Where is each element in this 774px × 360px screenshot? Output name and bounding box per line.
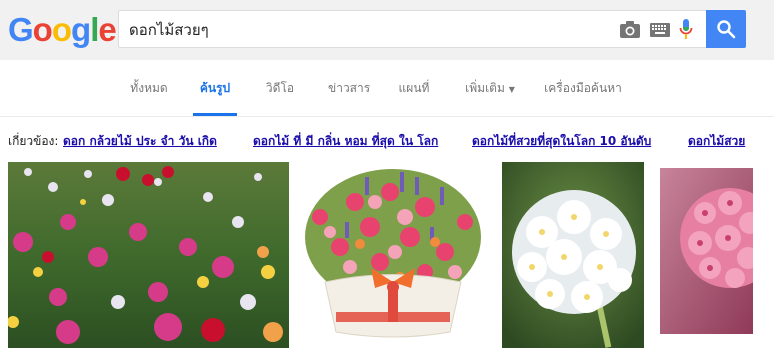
tab-label: เพิ่มเติม: [465, 81, 505, 95]
microphone-icon[interactable]: [679, 19, 693, 41]
related-label: เกี่ยวข้อง:: [8, 134, 59, 148]
tab-label: วิดีโอ: [265, 81, 295, 95]
related-link[interactable]: ดอกไม้สวย: [688, 128, 745, 154]
tab-label: แผนที่: [398, 81, 430, 95]
tab-label: ข่าวสาร: [328, 81, 371, 95]
keyboard-icon[interactable]: [650, 23, 670, 37]
pink-flower-image[interactable]: [660, 168, 753, 334]
tab-label: ทั้งหมด: [130, 81, 168, 95]
flower-field-image[interactable]: [8, 162, 289, 348]
camera-icon[interactable]: [619, 20, 641, 40]
tab-search-tools[interactable]: เครื่องมือค้นหา: [541, 60, 625, 116]
tab-videos[interactable]: วิดีโอ: [265, 60, 295, 116]
search-icon: [717, 20, 736, 39]
related-link[interactable]: ดอก กล้วยไม้ ประ จํา วัน เกิด: [63, 128, 217, 154]
search-header: Google ดอกไม้สวยๆ: [0, 0, 774, 60]
logo-letter: g: [71, 11, 91, 48]
tab-more[interactable]: เพิ่มเติม ▼: [462, 60, 518, 116]
logo-letter: l: [90, 11, 99, 48]
related-link[interactable]: ดอกไม้ที่สวยที่สุดในโลก 10 อันดับ: [472, 128, 651, 154]
white-flower-image[interactable]: [502, 162, 644, 348]
tab-label: ค้นรูป: [199, 81, 231, 95]
search-button[interactable]: [706, 10, 746, 48]
logo-letter: o: [51, 11, 72, 48]
google-logo[interactable]: Google: [8, 10, 117, 50]
search-query[interactable]: ดอกไม้สวยๆ: [129, 11, 209, 49]
related-link[interactable]: ดอกไม้ ที่ มี กลิ่น หอม ที่สุด ใน โลก: [253, 128, 438, 154]
logo-letter: G: [8, 11, 34, 48]
logo-letter: o: [32, 11, 53, 48]
dropdown-arrow-icon: ▼: [508, 85, 515, 94]
search-tabs: ทั้งหมด ค้นรูป วิดีโอ ข่าวสาร แผนที่ เพิ…: [0, 60, 774, 116]
tab-label: เครื่องมือค้นหา: [544, 81, 622, 95]
divider: [0, 116, 774, 117]
flower-basket-image[interactable]: [300, 162, 486, 348]
tab-news[interactable]: ข่าวสาร: [328, 60, 371, 116]
search-input[interactable]: ดอกไม้สวยๆ: [118, 10, 706, 48]
logo-letter: e: [98, 11, 116, 48]
tab-maps[interactable]: แผนที่: [397, 60, 431, 116]
tab-all[interactable]: ทั้งหมด: [126, 60, 172, 116]
tab-images[interactable]: ค้นรูป: [193, 60, 237, 116]
